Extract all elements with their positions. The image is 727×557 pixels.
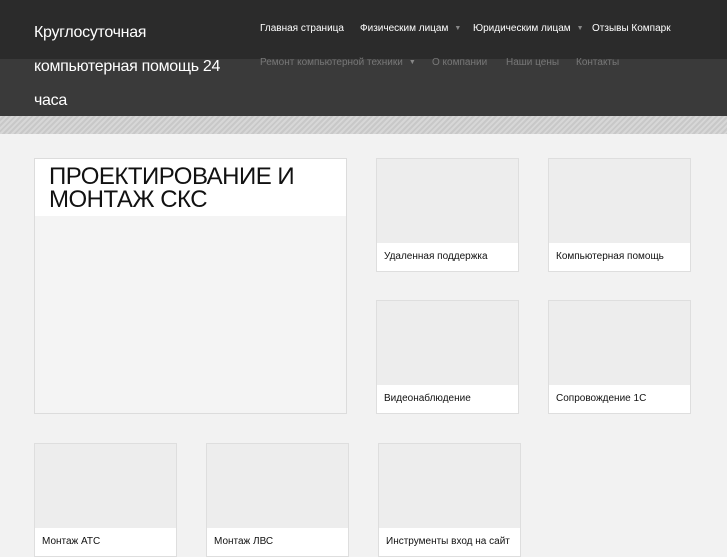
card-label: Монтаж АТС (35, 528, 176, 556)
nav-item-contacts[interactable]: Контакты (576, 57, 619, 68)
card-image (377, 159, 518, 243)
card-label: Сопровождение 1С (549, 385, 690, 413)
nav-item-label: Контакты (576, 57, 620, 68)
nav-item-companies[interactable]: Юридическим лицам ▼ (473, 23, 584, 34)
feature-block[interactable]: ПРОЕКТИРОВАНИЕ И МОНТАЖ СКС (34, 158, 347, 414)
nav-item-about[interactable]: О компании (432, 57, 487, 68)
nav-item-label: Отзывы Компарк (592, 23, 671, 34)
card-image (549, 159, 690, 243)
nav-item-label: Юридическим лицам (473, 23, 571, 34)
card-label: Видеонаблюдение (377, 385, 518, 413)
card-lan-install[interactable]: Монтаж ЛВС (206, 443, 349, 557)
card-image (379, 444, 520, 528)
nav-item-label: Ремонт компьютерной техники (260, 57, 403, 68)
nav-item-label: Физическим лицам (360, 23, 449, 34)
nav-item-label: Наши цены (506, 57, 560, 68)
card-1c-support[interactable]: Сопровождение 1С (548, 300, 691, 414)
chevron-down-icon: ▼ (408, 59, 416, 66)
nav-item-individuals[interactable]: Физическим лицам ▼ (360, 23, 461, 34)
card-image (35, 444, 176, 528)
nav-item-label: Главная страница (260, 23, 344, 34)
card-computer-help[interactable]: Компьютерная помощь (548, 158, 691, 272)
nav-item-reviews[interactable]: Отзывы Компарк (592, 23, 671, 34)
card-image (377, 301, 518, 385)
nav-item-home[interactable]: Главная страница (260, 23, 344, 34)
card-image (207, 444, 348, 528)
nav-item-label: О компании (432, 57, 488, 68)
card-pbx-install[interactable]: Монтаж АТС (34, 443, 177, 557)
card-image (549, 301, 690, 385)
feature-title: ПРОЕКТИРОВАНИЕ И МОНТАЖ СКС (49, 163, 295, 213)
chevron-down-icon: ▼ (454, 25, 462, 32)
decorative-stripe (0, 116, 727, 134)
card-login-tools[interactable]: Инструменты вход на сайт (378, 443, 521, 557)
card-video-surveillance[interactable]: Видеонаблюдение (376, 300, 519, 414)
card-label: Удаленная поддержка (377, 243, 518, 271)
chevron-down-icon: ▼ (576, 25, 584, 32)
card-label: Монтаж ЛВС (207, 528, 348, 556)
card-label: Компьютерная помощь (549, 243, 690, 271)
nav-item-repair[interactable]: Ремонт компьютерной техники ▼ (260, 57, 416, 68)
card-label: Инструменты вход на сайт (379, 528, 520, 556)
site-header: Круглосуточная компьютерная помощь 24 ча… (0, 0, 727, 116)
nav-item-prices[interactable]: Наши цены (506, 57, 559, 68)
card-remote-support[interactable]: Удаленная поддержка (376, 158, 519, 272)
feature-header: ПРОЕКТИРОВАНИЕ И МОНТАЖ СКС (35, 159, 346, 216)
site-title[interactable]: Круглосуточная компьютерная помощь 24 ча… (34, 16, 234, 118)
